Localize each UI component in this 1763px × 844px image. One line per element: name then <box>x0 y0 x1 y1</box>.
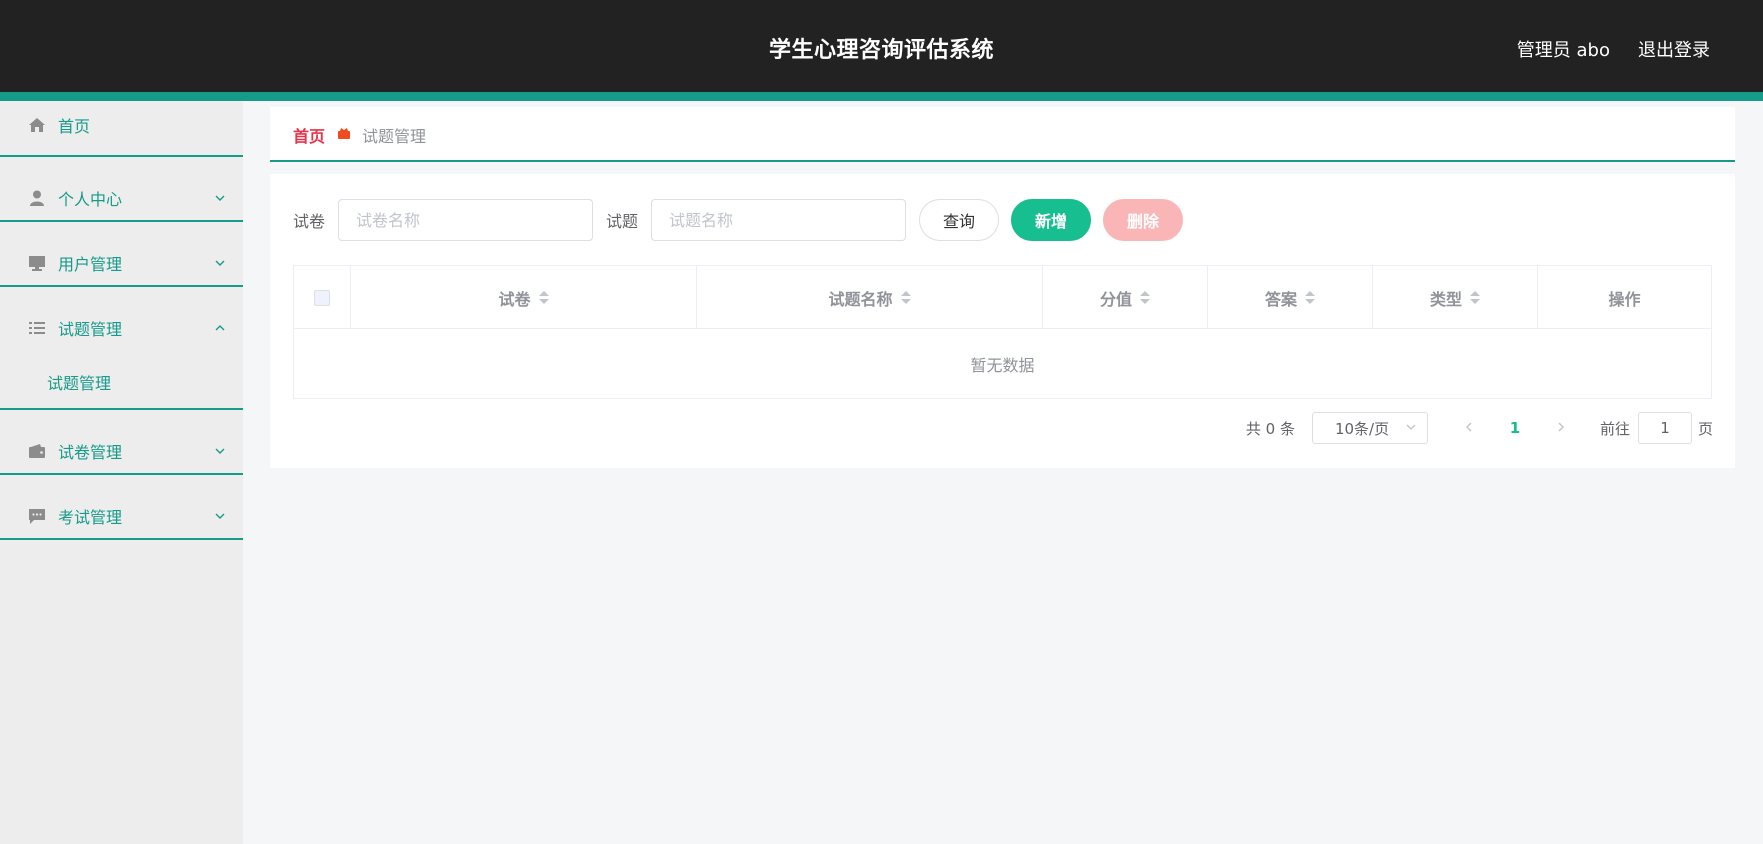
query-button[interactable]: 查询 <box>919 199 1000 241</box>
sidebar-item-label: 试卷管理 <box>58 443 123 462</box>
sidebar: 首页 个人中心 用户管理 试题管理 试题管理 试卷管理 考试管理 <box>0 101 243 844</box>
sidebar-item-label: 首页 <box>58 117 91 136</box>
sidebar-item-users[interactable]: 用户管理 <box>0 222 243 287</box>
main-card: 试卷 试题 查询 新增 删除 试卷 试题名称 分值 答案 <box>270 174 1735 468</box>
logout-link[interactable]: 退出登录 <box>1638 36 1710 62</box>
chat-icon <box>28 507 46 525</box>
app-title: 学生心理咨询评估系统 <box>768 38 994 63</box>
current-user: 管理员 abo <box>1516 40 1610 61</box>
goto-page-input[interactable] <box>1637 412 1692 444</box>
chevron-down-icon <box>213 256 227 270</box>
user-icon <box>28 189 46 207</box>
page-unit-label: 页 <box>1697 419 1713 438</box>
top-header: 学生心理咨询评估系统 管理员 abo 退出登录 <box>0 0 1763 92</box>
column-header-score[interactable]: 分值 <box>1043 266 1208 329</box>
sort-icon[interactable] <box>1140 291 1150 304</box>
column-header-paper[interactable]: 试卷 <box>351 266 697 329</box>
search-bar: 试卷 试题 查询 新增 删除 <box>293 199 1184 241</box>
sidebar-item-home[interactable]: 首页 <box>0 101 243 157</box>
sort-icon[interactable] <box>1470 291 1480 304</box>
sidebar-subitem-label: 试题管理 <box>47 374 112 393</box>
empty-state: 暂无数据 <box>970 355 1035 375</box>
breadcrumb-current: 试题管理 <box>362 127 427 146</box>
sidebar-item-label: 个人中心 <box>58 190 123 209</box>
column-header-answer[interactable]: 答案 <box>1208 266 1373 329</box>
sidebar-item-papers[interactable]: 试卷管理 <box>0 410 243 475</box>
wallet-icon <box>28 442 46 460</box>
select-all-checkbox[interactable] <box>314 289 330 306</box>
sidebar-item-questions[interactable]: 试题管理 <box>0 287 243 352</box>
breadcrumb: 首页 试题管理 <box>270 107 1735 162</box>
monitor-icon <box>28 254 46 272</box>
home-icon <box>28 116 46 134</box>
column-header-label: 类型 <box>1429 289 1462 309</box>
chevron-down-icon <box>213 191 227 205</box>
sidebar-item-label: 试题管理 <box>58 320 123 339</box>
column-header-label: 分值 <box>1099 289 1132 309</box>
column-header-label: 操作 <box>1608 289 1641 309</box>
total-count: 共 0 条 <box>1245 419 1295 438</box>
column-header-label: 答案 <box>1264 289 1297 309</box>
cake-icon <box>337 125 351 144</box>
select-all-cell <box>294 266 351 329</box>
column-header-question-name[interactable]: 试题名称 <box>697 266 1043 329</box>
sidebar-item-label: 用户管理 <box>58 255 123 274</box>
delete-button[interactable]: 删除 <box>1103 199 1184 241</box>
table-header: 试卷 试题名称 分值 答案 类型 操作 <box>294 266 1711 329</box>
sidebar-item-exams[interactable]: 考试管理 <box>0 475 243 540</box>
list-icon <box>28 319 46 337</box>
sidebar-subitem-questions[interactable]: 试题管理 <box>0 352 243 410</box>
sort-icon[interactable] <box>538 291 549 304</box>
column-header-label: 试题名称 <box>828 289 893 309</box>
question-field-label: 试题 <box>606 212 639 231</box>
next-page-button[interactable] <box>1546 419 1576 437</box>
questions-table: 试卷 试题名称 分值 答案 类型 操作 暂无数据 <box>293 265 1712 399</box>
sidebar-item-profile[interactable]: 个人中心 <box>0 157 243 222</box>
add-button[interactable]: 新增 <box>1011 199 1092 241</box>
header-accent-bar <box>0 92 1763 101</box>
pagination: 共 0 条 10条/页 1 前往 页 <box>1246 412 1713 444</box>
column-header-type[interactable]: 类型 <box>1373 266 1538 329</box>
column-header-actions: 操作 <box>1538 266 1711 329</box>
page-number-current[interactable]: 1 <box>1500 419 1530 437</box>
prev-page-button[interactable] <box>1454 419 1484 437</box>
paper-name-input[interactable] <box>338 199 594 241</box>
sort-icon[interactable] <box>1305 291 1315 304</box>
question-name-input[interactable] <box>651 199 907 241</box>
chevron-down-icon <box>1405 419 1417 437</box>
sort-icon[interactable] <box>900 291 911 304</box>
column-header-label: 试卷 <box>498 289 531 309</box>
sidebar-item-label: 考试管理 <box>58 508 123 527</box>
breadcrumb-home-link[interactable]: 首页 <box>293 123 325 147</box>
goto-label: 前往 <box>1599 419 1630 438</box>
page-size-value: 10条/页 <box>1334 419 1390 438</box>
paper-field-label: 试卷 <box>293 212 326 231</box>
page-size-select[interactable]: 10条/页 <box>1311 412 1428 444</box>
chevron-up-icon <box>213 321 227 335</box>
chevron-down-icon <box>213 444 227 458</box>
chevron-down-icon <box>213 509 227 523</box>
